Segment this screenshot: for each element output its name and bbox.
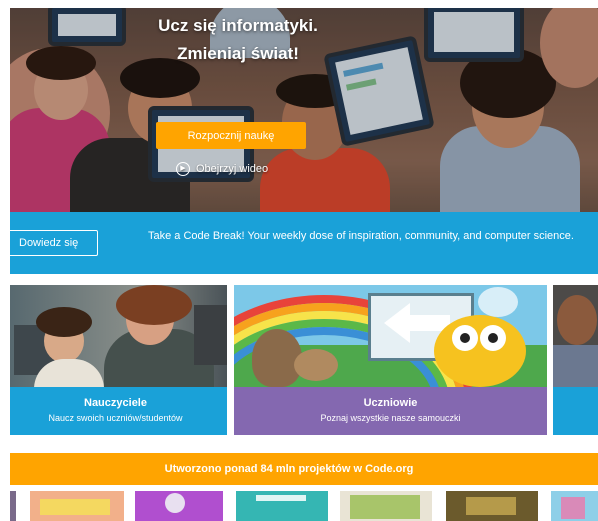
hero-title: Ucz się informatyki. Zmieniaj świat! — [138, 12, 338, 68]
code-break-text: Take a Code Break! Your weekly dose of i… — [148, 230, 574, 242]
students-illustration — [234, 285, 547, 387]
students-subtitle: Poznaj wszystkie nasze samouczki — [320, 413, 461, 423]
project-thumbnail[interactable] — [135, 491, 223, 521]
watch-video-label: Obejrzyj wideo — [196, 163, 269, 175]
teachers-subtitle: Naucz swoich uczniów/studentów — [48, 413, 183, 423]
teachers-photo — [10, 285, 227, 387]
squirrel-character — [252, 329, 302, 387]
partial-card-caption — [553, 387, 598, 435]
hero-title-line2: Zmieniaj świat! — [177, 44, 299, 63]
hero-title-line1: Ucz się informatyki. — [158, 16, 318, 35]
projects-count-banner: Utworzono ponad 84 mln projektów w Code.… — [10, 453, 598, 485]
teachers-title: Nauczyciele — [84, 397, 147, 409]
project-thumbnail[interactable] — [446, 491, 538, 521]
students-card[interactable]: Uczniowie Poznaj wszystkie nasze samoucz… — [234, 285, 547, 435]
partial-card[interactable] — [553, 285, 598, 435]
page: Ucz się informatyki. Zmieniaj świat! Roz… — [10, 8, 598, 521]
projects-count-text: Utworzono ponad 84 mln projektów w Code.… — [164, 463, 414, 475]
partial-card-photo — [553, 285, 598, 387]
watch-video-link[interactable]: ▶ Obejrzyj wideo — [176, 160, 268, 178]
students-title: Uczniowie — [363, 397, 418, 409]
start-learning-button[interactable]: Rozpocznij naukę — [156, 122, 306, 149]
project-thumbnail[interactable] — [236, 491, 328, 521]
learn-more-button[interactable]: Dowiedz się — [10, 230, 98, 256]
project-thumbnail[interactable] — [10, 491, 16, 521]
play-icon: ▶ — [176, 162, 190, 176]
hero-section: Ucz się informatyki. Zmieniaj świat! Roz… — [10, 8, 598, 212]
teachers-caption: Nauczyciele Naucz swoich uczniów/student… — [10, 387, 227, 435]
arrow-icon — [384, 303, 410, 343]
students-caption: Uczniowie Poznaj wszystkie nasze samoucz… — [234, 387, 547, 435]
bee-character — [434, 315, 526, 387]
code-break-banner: Dowiedz się Take a Code Break! Your week… — [10, 212, 598, 274]
project-thumbnail[interactable] — [551, 491, 598, 521]
teachers-card[interactable]: Nauczyciele Naucz swoich uczniów/student… — [10, 285, 227, 435]
project-thumbnail[interactable] — [340, 491, 432, 521]
project-thumbnail[interactable] — [30, 491, 124, 521]
